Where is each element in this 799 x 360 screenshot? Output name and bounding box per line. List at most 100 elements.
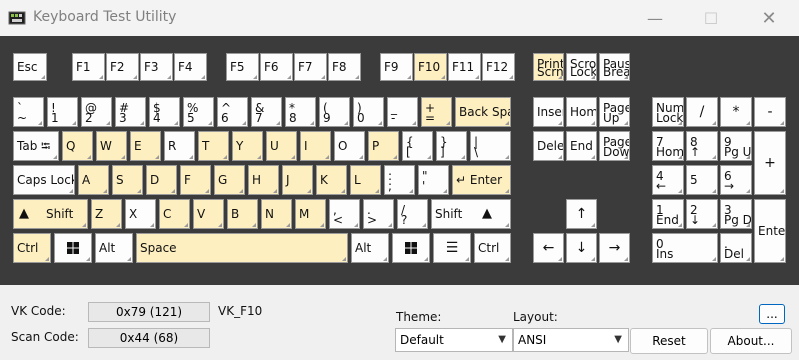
key-minus[interactable]: _ - [387,97,418,127]
key-shift-left[interactable]: Shift ▲ [13,199,88,229]
key-digit-2[interactable]: @2 [81,97,112,127]
key-n[interactable]: N [261,199,292,229]
key-digit-1[interactable]: ! 1 [47,97,78,127]
key-f12[interactable]: F12 [482,53,515,81]
key-page-up[interactable]: Page Up [599,97,630,127]
key-o[interactable]: O [334,131,365,161]
key-s[interactable]: S [112,165,143,195]
key-num-minus[interactable]: - [754,97,786,127]
key-page-down[interactable]: PageDown [599,131,630,161]
key-num-3[interactable]: 3Pg Dn [720,199,752,229]
key-win-left[interactable] [54,233,92,263]
key-bracket-right[interactable]: }] [436,131,467,161]
key-num-multiply[interactable]: * [720,97,752,127]
key-l[interactable]: L [350,165,381,195]
key-f[interactable]: F [180,165,211,195]
key-pause-break[interactable]: PauseBreak [599,53,630,81]
key-insert[interactable]: Insert [533,97,564,127]
key-caps-lock[interactable]: Caps Lock [13,165,75,195]
key-arrow-right[interactable]: → [599,233,630,263]
key-t[interactable]: T [198,131,229,161]
close-button[interactable]: ✕ [740,0,798,36]
key-arrow-up[interactable]: ↑ [566,199,597,229]
key-period[interactable]: . > [363,199,394,229]
key-d[interactable]: D [146,165,177,195]
key-equals[interactable]: + = [421,97,452,127]
key-semicolon[interactable]: :; [384,165,415,195]
key-f11[interactable]: F11 [448,53,481,81]
key-m[interactable]: M [295,199,326,229]
key-ctrl-right[interactable]: Ctrl [474,233,511,263]
key-num-6[interactable]: 6 → [720,165,752,195]
key-num-4[interactable]: 4 ← [652,165,684,195]
key-num-lock[interactable]: Num Lock [652,97,684,127]
key-f7[interactable]: F7 [294,53,327,81]
key-quote[interactable]: " ' [418,165,449,195]
key-q[interactable]: Q [62,131,93,161]
key-i[interactable]: I [300,131,331,161]
key-digit-9[interactable]: (9 [319,97,350,127]
key-backspace[interactable]: Back Space [455,97,511,127]
key-g[interactable]: G [214,165,245,195]
key-f6[interactable]: F6 [260,53,293,81]
key-slash[interactable]: /? [397,199,428,229]
key-win-right[interactable] [392,233,430,263]
maximize-button[interactable]: ☐ [682,0,740,36]
key-num-0[interactable]: 0 Ins [652,233,718,263]
key-num-plus[interactable]: + [754,131,786,195]
key-f9[interactable]: F9 [380,53,413,81]
key-bracket-left[interactable]: {[ [402,131,433,161]
key-u[interactable]: U [266,131,297,161]
key-num-9[interactable]: 9Pg Up [720,131,752,161]
key-num-divide[interactable]: / [686,97,718,127]
key-c[interactable]: C [159,199,190,229]
key-f8[interactable]: F8 [328,53,361,81]
key-num-8[interactable]: 8 ↑ [686,131,718,161]
key-a[interactable]: A [78,165,109,195]
key-f10[interactable]: F10 [414,53,447,81]
key-w[interactable]: W [96,131,127,161]
key-shift-right[interactable]: Shift ▲ [431,199,511,229]
theme-select[interactable]: Default ▼ [395,328,513,352]
key-digit-8[interactable]: * 8 [285,97,316,127]
key-z[interactable]: Z [91,199,122,229]
key-f3[interactable]: F3 [140,53,173,81]
key-x[interactable]: X [125,199,156,229]
key-digit-7[interactable]: & 7 [251,97,282,127]
key-b[interactable]: B [227,199,258,229]
key-num-1[interactable]: 1 End [652,199,684,229]
key-num-decimal[interactable]: . Del [720,233,752,263]
key-alt-right[interactable]: Alt [351,233,389,263]
key-print-screen[interactable]: Print Scrn [533,53,564,81]
key-backslash[interactable]: | \ [470,131,511,161]
key-j[interactable]: J [282,165,313,195]
layout-select[interactable]: ANSI ▼ [513,328,629,352]
key-num-7[interactable]: 7Home [652,131,684,161]
key-esc[interactable]: Esc [13,53,47,81]
more-button[interactable]: ... [759,304,785,324]
key-f2[interactable]: F2 [106,53,139,81]
key-num-enter[interactable]: Enter [754,199,786,263]
key-num-5[interactable]: 5 [686,165,718,195]
key-end[interactable]: End [566,131,597,161]
key-arrow-down[interactable]: ↓ [566,233,597,263]
key-f1[interactable]: F1 [72,53,105,81]
key-digit-0[interactable]: ) 0 [353,97,384,127]
key-k[interactable]: K [316,165,347,195]
key-backtick[interactable]: ` ~ [13,97,44,127]
key-digit-6[interactable]: ^ 6 [217,97,248,127]
key-digit-3[interactable]: #3 [115,97,146,127]
key-f4[interactable]: F4 [174,53,207,81]
key-alt-left[interactable]: Alt [95,233,133,263]
key-menu[interactable]: ☰ [433,233,471,263]
key-e[interactable]: E [130,131,161,161]
key-tab[interactable]: Tab ⭾ [13,131,59,161]
key-y[interactable]: Y [232,131,263,161]
minimize-button[interactable]: — [626,0,684,36]
key-r[interactable]: R [164,131,195,161]
key-delete[interactable]: Delete [533,131,564,161]
key-arrow-left[interactable]: ← [533,233,564,263]
reset-button[interactable]: Reset [630,328,708,354]
key-h[interactable]: H [248,165,279,195]
key-space[interactable]: Space [136,233,348,263]
